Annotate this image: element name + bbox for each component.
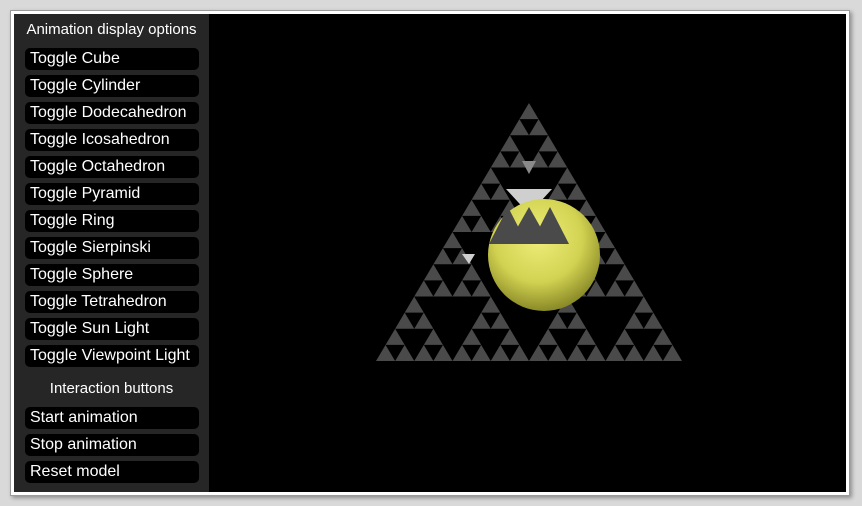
sierpinski-face <box>414 344 434 361</box>
stop-animation-button[interactable]: Stop animation <box>25 434 199 456</box>
interaction-buttons-title: Interaction buttons <box>49 380 174 397</box>
sierpinski-face <box>423 328 443 345</box>
sierpinski-face <box>605 248 625 265</box>
sierpinski-face <box>567 344 587 361</box>
sierpinski-face <box>653 328 673 345</box>
sierpinski-face <box>490 312 510 329</box>
sierpinski-face <box>471 344 491 361</box>
sierpinski-face <box>548 344 568 361</box>
start-animation-button[interactable]: Start animation <box>25 407 199 429</box>
toggle-cube-button[interactable]: Toggle Cube <box>25 48 199 70</box>
sierpinski-face <box>576 328 596 345</box>
app: Animation display options Toggle Cube To… <box>14 14 846 492</box>
toggle-tetrahedron-button[interactable]: Toggle Tetrahedron <box>25 291 199 313</box>
sierpinski-face <box>538 135 558 152</box>
sierpinski-face <box>567 183 587 200</box>
sierpinski-face <box>376 344 396 361</box>
sierpinski-face <box>395 312 415 329</box>
sierpinski-face <box>548 151 568 168</box>
scene-svg <box>376 103 682 361</box>
toggle-octahedron-button[interactable]: Toggle Octahedron <box>25 156 199 178</box>
sierpinski-face <box>624 280 644 297</box>
sierpinski-face <box>500 135 520 152</box>
window-frame: Animation display options Toggle Cube To… <box>10 10 850 496</box>
sierpinski-face <box>490 344 510 361</box>
sierpinski-face <box>615 264 635 281</box>
sierpinski-face <box>624 344 644 361</box>
sierpinski-face <box>414 280 434 297</box>
sierpinski-face <box>643 344 663 361</box>
sierpinski-face <box>519 103 539 120</box>
toggle-sun-light-button[interactable]: Toggle Sun Light <box>25 318 199 340</box>
sierpinski-face <box>634 296 654 313</box>
toggle-dodecahedron-button[interactable]: Toggle Dodecahedron <box>25 102 199 124</box>
sierpinski-face <box>500 328 520 345</box>
toggle-ring-button[interactable]: Toggle Ring <box>25 210 199 232</box>
sierpinski-face <box>452 280 472 297</box>
sidebar: Animation display options Toggle Cube To… <box>14 14 209 492</box>
sierpinski-face <box>643 312 663 329</box>
sierpinski-face <box>586 344 606 361</box>
sierpinski-face <box>509 119 529 136</box>
sierpinski-face <box>615 328 635 345</box>
sierpinski-face <box>471 280 491 297</box>
sierpinski-face <box>557 167 577 184</box>
sierpinski-face <box>404 296 424 313</box>
render-canvas[interactable] <box>209 14 846 492</box>
sierpinski-face <box>605 280 625 297</box>
sierpinski-face <box>567 312 587 329</box>
sierpinski-face <box>471 312 491 329</box>
sierpinski-face <box>490 183 510 200</box>
sierpinski-face <box>548 183 568 200</box>
sierpinski-face <box>433 280 453 297</box>
sierpinski-face <box>452 344 472 361</box>
sierpinski-face <box>442 232 463 249</box>
sierpinski-face <box>481 167 501 184</box>
toggle-cylinder-button[interactable]: Toggle Cylinder <box>25 75 199 97</box>
toggle-viewpoint-light-button[interactable]: Toggle Viewpoint Light <box>25 345 199 367</box>
sierpinski-face <box>605 344 625 361</box>
sierpinski-face <box>471 215 491 232</box>
sierpinski-face <box>662 344 682 361</box>
sierpinski-face <box>490 151 510 168</box>
sierpinski-face <box>481 296 501 313</box>
sierpinski-face <box>548 312 568 329</box>
sierpinski-face <box>462 199 482 216</box>
sierpinski-face <box>471 183 491 200</box>
sierpinski-face <box>414 312 434 329</box>
sierpinski-face <box>423 264 443 281</box>
sierpinski-face <box>529 344 549 361</box>
sierpinski-face <box>395 344 415 361</box>
reset-model-button[interactable]: Reset model <box>25 461 199 483</box>
toggle-sierpinski-button[interactable]: Toggle Sierpinski <box>25 237 199 259</box>
sierpinski-face <box>452 215 472 232</box>
sierpinski-face <box>385 328 405 345</box>
sierpinski-face <box>462 328 482 345</box>
sierpinski-face <box>529 119 549 136</box>
sierpinski-face <box>538 328 558 345</box>
toggle-pyramid-button[interactable]: Toggle Pyramid <box>25 183 199 205</box>
sierpinski-face <box>624 312 644 329</box>
sierpinski-face <box>462 264 482 281</box>
toggle-sphere-button[interactable]: Toggle Sphere <box>25 264 199 286</box>
sierpinski-face <box>433 344 453 361</box>
display-options-title: Animation display options <box>26 21 197 38</box>
sierpinski-face <box>433 248 453 265</box>
toggle-icosahedron-button[interactable]: Toggle Icosahedron <box>25 129 199 151</box>
sierpinski-face <box>509 344 529 361</box>
